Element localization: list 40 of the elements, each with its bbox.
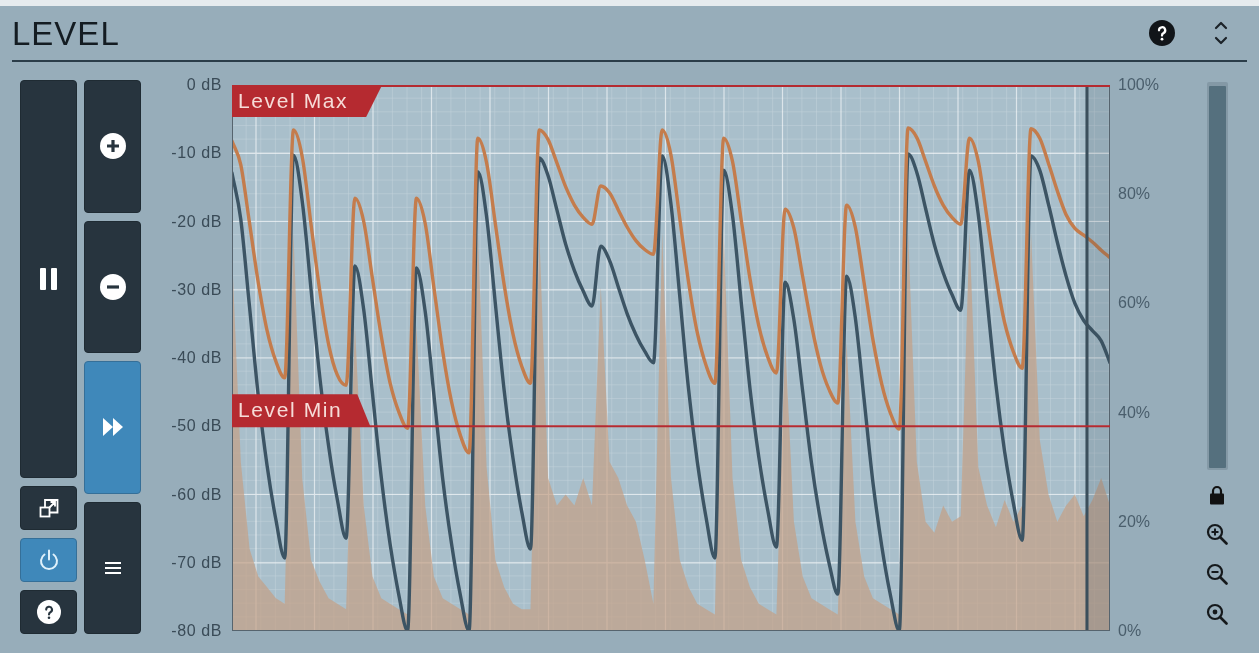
axis-label: 0%: [1118, 621, 1142, 641]
axis-label: 20%: [1118, 511, 1151, 532]
zoom-out-icon[interactable]: [1206, 563, 1228, 585]
lock-icon[interactable]: [1208, 485, 1226, 505]
power-icon: [37, 549, 60, 571]
axis-label: -30 dB: [171, 279, 222, 300]
axis-label: -20 dB: [171, 211, 222, 232]
pause-icon: [40, 268, 57, 290]
axis-label: 80%: [1118, 184, 1151, 205]
fast-forward-button[interactable]: [84, 361, 141, 494]
zoom-reset-icon[interactable]: [1206, 603, 1228, 625]
axis-label: -70 dB: [171, 552, 222, 573]
axis-label: 60%: [1118, 293, 1151, 314]
help-icon: [36, 600, 61, 624]
help-button[interactable]: [20, 590, 77, 634]
menu-icon: [104, 560, 121, 575]
expand-button[interactable]: [20, 486, 77, 530]
fast-forward-icon: [101, 417, 124, 438]
threshold-label[interactable]: Level Max: [232, 85, 383, 117]
plus-icon: [99, 133, 126, 160]
zoom-in-icon[interactable]: [1206, 523, 1228, 545]
panel-title: LEVEL: [12, 16, 120, 50]
axis-label: 40%: [1118, 402, 1151, 423]
help-icon[interactable]: [1149, 20, 1175, 46]
axis-label: 0 dB: [186, 75, 222, 95]
axis-label: -50 dB: [171, 416, 222, 437]
axis-label: 100%: [1118, 75, 1159, 95]
axis-label: -80 dB: [171, 621, 222, 641]
axis-label: -60 dB: [171, 484, 222, 505]
minus-icon: [99, 273, 126, 300]
chevron-up-down-icon[interactable]: [1213, 19, 1229, 47]
add-button[interactable]: [84, 80, 141, 213]
axis-label: -10 dB: [171, 143, 222, 164]
axis-label: -40 dB: [171, 348, 222, 368]
expand-icon: [38, 498, 59, 518]
threshold-line[interactable]: [232, 425, 1110, 428]
power-button[interactable]: [20, 538, 77, 582]
menu-button[interactable]: [84, 501, 141, 634]
remove-button[interactable]: [84, 220, 141, 353]
threshold-label[interactable]: Level Min: [232, 394, 371, 427]
